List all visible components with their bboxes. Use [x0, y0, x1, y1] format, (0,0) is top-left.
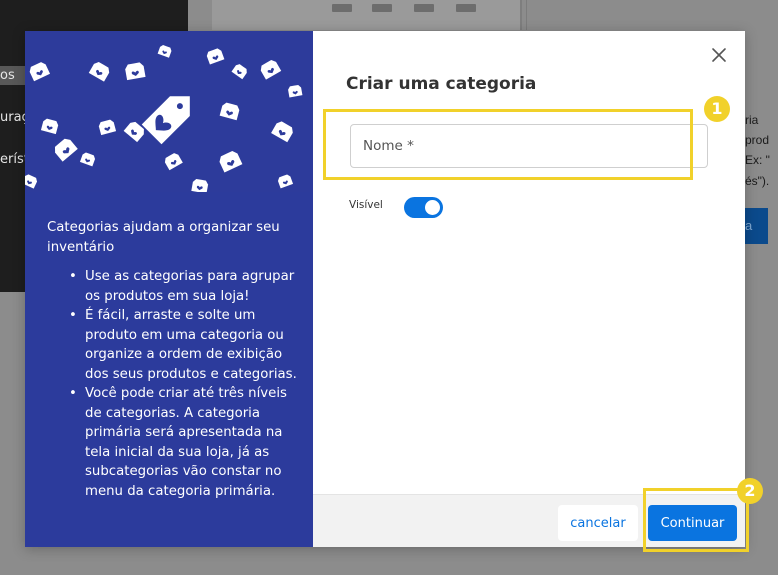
- background-button: a: [745, 208, 768, 244]
- info-bullet-list: Use as categorias para agrupar os produt…: [69, 267, 297, 501]
- toolbar-grid-icon: [372, 4, 392, 12]
- close-icon: [712, 48, 726, 62]
- background-toolbar: [212, 0, 522, 30]
- close-button[interactable]: [709, 45, 729, 65]
- background-left-menu: os uraç eríst: [0, 30, 25, 290]
- background-text: ria: [745, 113, 759, 127]
- visible-toggle[interactable]: [404, 197, 443, 218]
- modal-title: Criar uma categoria: [346, 74, 537, 94]
- toolbar-sort-icon: [414, 4, 434, 12]
- info-bullet: Use as categorias para agrupar os produt…: [69, 267, 297, 306]
- toolbar-more-icon: [456, 4, 476, 12]
- hero-illustration: [25, 31, 313, 192]
- info-text: Categorias ajudam a organizar seu invent…: [47, 218, 297, 501]
- background-divider: [526, 0, 527, 30]
- highlight-name-field: [323, 109, 693, 180]
- background-text: prod: [745, 133, 770, 147]
- background-menu-item: eríst: [0, 152, 25, 167]
- background-text: és").: [745, 174, 770, 188]
- step-badge-2: 2: [737, 478, 763, 504]
- cancel-button[interactable]: cancelar: [558, 505, 638, 541]
- background-menu-item: os: [0, 66, 25, 85]
- visible-label: Visível: [349, 199, 383, 211]
- price-tag-heart-icon: [141, 96, 190, 145]
- background-text: Ex: ": [745, 153, 770, 167]
- step-badge-1: 1: [704, 96, 730, 122]
- info-bullet: É fácil, arraste e solte um produto em u…: [69, 306, 297, 384]
- modal-info-panel: Categorias ajudam a organizar seu invent…: [25, 31, 313, 547]
- highlight-continue-button: [643, 488, 749, 552]
- background-menu-item: uraç: [0, 110, 25, 125]
- info-intro: Categorias ajudam a organizar seu invent…: [47, 220, 280, 255]
- info-bullet: Você pode criar até três níveis de categ…: [69, 384, 297, 501]
- toggle-knob: [425, 200, 440, 215]
- toolbar-list-icon: [332, 4, 352, 12]
